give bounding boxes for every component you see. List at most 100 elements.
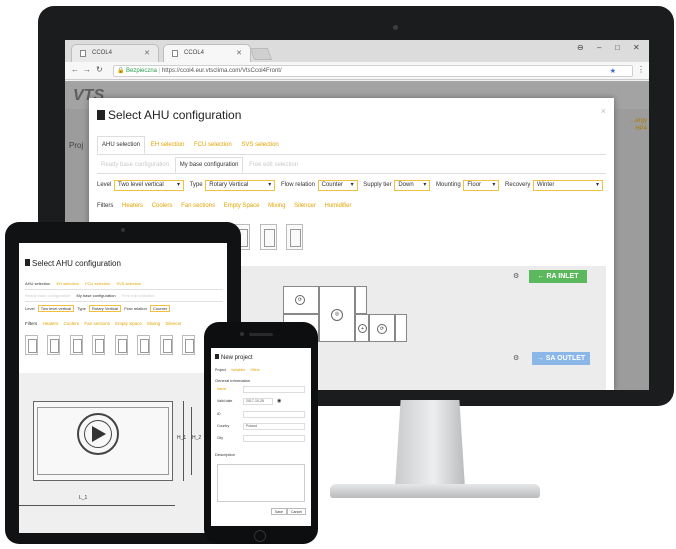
forward-arrow-icon[interactable]: → bbox=[83, 65, 91, 74]
tab-project[interactable]: Project bbox=[215, 368, 226, 372]
minimize-button[interactable]: – bbox=[597, 43, 601, 52]
type-select[interactable]: Rotary Vertical bbox=[89, 305, 122, 312]
tab-svs-selection[interactable]: SVS selection bbox=[237, 137, 282, 153]
tab-ready-base-configuration[interactable]: Ready base configuration bbox=[25, 293, 70, 298]
recovery-select[interactable]: Winter bbox=[533, 180, 604, 191]
filter-thumbnail[interactable] bbox=[259, 224, 277, 250]
valid-date-input[interactable]: 2017-10-25 bbox=[243, 398, 273, 405]
modal-title: Select AHU configuration bbox=[97, 108, 241, 122]
flow-relation-select[interactable]: Counter bbox=[149, 305, 171, 312]
tab-ahu-selection[interactable]: AHU selection bbox=[97, 136, 146, 154]
save-button[interactable]: Save bbox=[271, 508, 287, 515]
component-coolers[interactable]: Coolers bbox=[64, 321, 80, 326]
close-tab-icon[interactable]: ✕ bbox=[236, 49, 242, 57]
new-tab-button[interactable] bbox=[249, 48, 273, 60]
tab-fcu-selection[interactable]: FCU selection bbox=[190, 137, 236, 153]
component-filters[interactable]: Filters bbox=[97, 203, 113, 209]
filter-section[interactable] bbox=[355, 286, 367, 314]
dimension-h1: H_1 bbox=[177, 435, 187, 441]
browser-tab-active[interactable]: CCOL4 ✕ bbox=[163, 44, 251, 62]
filter-thumbnail[interactable] bbox=[137, 335, 151, 355]
tab-ready-base-configuration[interactable]: Ready base configuration bbox=[97, 158, 173, 172]
tab-my-base-configuration[interactable]: My base configuration bbox=[77, 293, 116, 298]
document-icon bbox=[25, 259, 30, 266]
tab-fcu-selection[interactable]: FCU selection bbox=[85, 281, 110, 286]
app-right-text: ...ergy HP4 bbox=[630, 117, 647, 133]
tab-variables[interactable]: Variables bbox=[231, 368, 245, 372]
description-textarea[interactable] bbox=[217, 464, 305, 502]
tab-svs-selection[interactable]: SVS selection bbox=[116, 281, 141, 286]
filter-thumbnail[interactable] bbox=[182, 335, 196, 355]
close-window-button[interactable]: ✕ bbox=[633, 43, 640, 52]
bookmark-star-icon[interactable]: ★ bbox=[610, 66, 616, 77]
city-input[interactable] bbox=[243, 435, 305, 442]
heater-section[interactable]: + bbox=[355, 314, 369, 342]
component-empty-space[interactable]: Empty Space bbox=[224, 203, 260, 209]
back-arrow-icon[interactable]: ← bbox=[71, 65, 79, 74]
filter-thumbnail[interactable] bbox=[92, 335, 106, 355]
supply-tier-select[interactable]: Down bbox=[394, 180, 431, 191]
component-empty-space[interactable]: Empty Space bbox=[115, 321, 142, 326]
component-heaters[interactable]: Heaters bbox=[122, 203, 143, 209]
tab-free-edit-selection[interactable]: Free edit selection bbox=[245, 158, 302, 172]
component-filters[interactable]: Filters bbox=[25, 321, 37, 326]
filter-thumbnail[interactable] bbox=[25, 335, 38, 355]
calendar-icon[interactable]: ◉ bbox=[277, 398, 281, 404]
user-icon[interactable]: ⊖ bbox=[577, 43, 584, 52]
tab-free-edit-selection[interactable]: Free edit selection bbox=[122, 293, 155, 298]
filter-section[interactable] bbox=[395, 314, 407, 342]
tab-offers[interactable]: Offers bbox=[250, 368, 259, 372]
level-select[interactable]: Two level vertical bbox=[37, 305, 75, 312]
phone-device: New project Project Variables Offers Gen… bbox=[204, 322, 318, 544]
webcam bbox=[393, 25, 398, 30]
country-select[interactable]: Poland bbox=[243, 423, 305, 430]
tab-eh-selection[interactable]: EH selection bbox=[56, 281, 78, 286]
document-icon bbox=[97, 110, 105, 120]
component-fan-sections[interactable]: Fan sections bbox=[84, 321, 110, 326]
tab-eh-selection[interactable]: EH selection bbox=[147, 137, 189, 153]
ahu-section[interactable]: ⟳ bbox=[283, 286, 319, 314]
component-humidifier[interactable]: Humidifier bbox=[325, 203, 352, 209]
id-input[interactable] bbox=[243, 411, 305, 418]
tablet-ahu-drawing[interactable]: H_1 H_2 L_1 bbox=[19, 373, 227, 533]
tablet-camera bbox=[121, 228, 125, 232]
fan-section[interactable]: ⟳ bbox=[369, 314, 395, 342]
menu-dots-icon[interactable]: ⋮ bbox=[637, 65, 645, 74]
cancel-button[interactable]: Cancel bbox=[287, 508, 306, 515]
home-button[interactable] bbox=[254, 530, 266, 542]
mounting-select[interactable]: Floor bbox=[463, 180, 500, 191]
component-silencer[interactable]: Silencer bbox=[165, 321, 181, 326]
filter-thumbnail[interactable] bbox=[114, 335, 128, 355]
filter-thumbnail[interactable] bbox=[159, 335, 173, 355]
general-information-heading: General information bbox=[215, 378, 251, 383]
component-silencer[interactable]: Silencer bbox=[294, 203, 316, 209]
country-label: Country bbox=[217, 424, 230, 428]
level-select[interactable]: Two level vertical bbox=[114, 180, 185, 191]
phone-speaker bbox=[249, 333, 273, 336]
component-heaters[interactable]: Heaters bbox=[43, 321, 59, 326]
name-input[interactable] bbox=[243, 386, 305, 393]
filter-thumbnail[interactable] bbox=[69, 335, 83, 355]
filter-thumbnail[interactable] bbox=[47, 335, 61, 355]
flow-relation-select[interactable]: Counter bbox=[317, 180, 358, 191]
reload-icon[interactable]: ↻ bbox=[96, 65, 103, 74]
component-mixing[interactable]: Mixing bbox=[147, 321, 160, 326]
type-select[interactable]: Rotary Vertical bbox=[205, 180, 276, 191]
gear-icon[interactable]: ⚙ bbox=[513, 354, 519, 362]
app-left-tab[interactable]: Proj bbox=[69, 141, 83, 150]
close-tab-icon[interactable]: ✕ bbox=[144, 49, 150, 57]
component-mixing[interactable]: Mixing bbox=[268, 203, 285, 209]
component-fan-sections[interactable]: Fan sections bbox=[181, 203, 215, 209]
close-icon[interactable]: × bbox=[601, 106, 606, 116]
browser-tab[interactable]: CCOL4 ✕ bbox=[71, 44, 159, 62]
tab-ahu-selection[interactable]: AHU selection bbox=[25, 281, 50, 286]
tab-my-base-configuration[interactable]: My base configuration bbox=[174, 157, 244, 173]
gear-icon[interactable]: ⚙ bbox=[513, 272, 519, 280]
address-bar[interactable]: 🔒 Bezpieczna | https://ccol4.eur.vtsclim… bbox=[113, 65, 633, 77]
rotary-wheel-section[interactable]: ◎ bbox=[319, 286, 355, 342]
ra-inlet-button[interactable]: ← RA INLET bbox=[529, 270, 587, 283]
sa-outlet-button[interactable]: → SA OUTLET bbox=[532, 352, 590, 365]
maximize-button[interactable]: □ bbox=[615, 43, 620, 52]
filter-thumbnail[interactable] bbox=[286, 224, 304, 250]
component-coolers[interactable]: Coolers bbox=[152, 203, 173, 209]
